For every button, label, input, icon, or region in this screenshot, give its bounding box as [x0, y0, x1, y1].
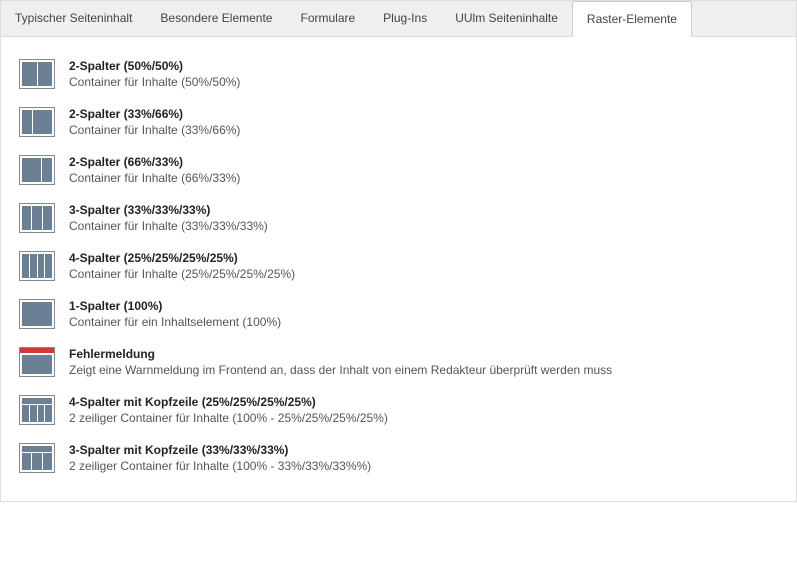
element-list: 2-Spalter (50%/50%) Container für Inhalt…: [1, 37, 796, 501]
element-title: 1-Spalter (100%): [69, 299, 281, 313]
element-3-spalter[interactable]: 3-Spalter (33%/33%/33%) Container für In…: [19, 195, 778, 243]
element-title: 3-Spalter (33%/33%/33%): [69, 203, 268, 217]
element-desc: Container für Inhalte (25%/25%/25%/25%): [69, 267, 295, 281]
element-desc: 2 zeiliger Container für Inhalte (100% -…: [69, 411, 388, 425]
element-desc: 2 zeiliger Container für Inhalte (100% -…: [69, 459, 371, 473]
element-title: 4-Spalter (25%/25%/25%/25%): [69, 251, 295, 265]
element-title: 4-Spalter mit Kopfzeile (25%/25%/25%/25%…: [69, 395, 388, 409]
layout-4col-icon: [19, 251, 55, 281]
element-title: 3-Spalter mit Kopfzeile (33%/33%/33%): [69, 443, 371, 457]
element-desc: Container für Inhalte (50%/50%): [69, 75, 240, 89]
tab-besondere-elemente[interactable]: Besondere Elemente: [146, 1, 286, 36]
raster-elemente-panel: Typischer Seiteninhalt Besondere Element…: [0, 0, 797, 502]
tab-uulm-seiteninhalte[interactable]: UUlm Seiteninhalte: [441, 1, 572, 36]
layout-header-3col-icon: [19, 443, 55, 473]
layout-2col-33-66-icon: [19, 107, 55, 137]
layout-2col-50-50-icon: [19, 59, 55, 89]
tab-raster-elemente[interactable]: Raster-Elemente: [572, 1, 692, 37]
element-title: 2-Spalter (50%/50%): [69, 59, 240, 73]
element-1-spalter[interactable]: 1-Spalter (100%) Container für ein Inhal…: [19, 291, 778, 339]
layout-1col-icon: [19, 299, 55, 329]
element-2-spalter-50-50[interactable]: 2-Spalter (50%/50%) Container für Inhalt…: [19, 51, 778, 99]
element-2-spalter-33-66[interactable]: 2-Spalter (33%/66%) Container für Inhalt…: [19, 99, 778, 147]
tab-formulare[interactable]: Formulare: [286, 1, 369, 36]
element-title: 2-Spalter (33%/66%): [69, 107, 240, 121]
element-2-spalter-66-33[interactable]: 2-Spalter (66%/33%) Container für Inhalt…: [19, 147, 778, 195]
layout-2col-66-33-icon: [19, 155, 55, 185]
tab-bar: Typischer Seiteninhalt Besondere Element…: [1, 1, 796, 37]
element-desc: Container für Inhalte (33%/66%): [69, 123, 240, 137]
layout-3col-icon: [19, 203, 55, 233]
element-4-spalter[interactable]: 4-Spalter (25%/25%/25%/25%) Container fü…: [19, 243, 778, 291]
element-desc: Container für Inhalte (33%/33%/33%): [69, 219, 268, 233]
element-4-spalter-kopfzeile[interactable]: 4-Spalter mit Kopfzeile (25%/25%/25%/25%…: [19, 387, 778, 435]
element-desc: Container für ein Inhaltselement (100%): [69, 315, 281, 329]
element-title: 2-Spalter (66%/33%): [69, 155, 240, 169]
element-3-spalter-kopfzeile[interactable]: 3-Spalter mit Kopfzeile (33%/33%/33%) 2 …: [19, 435, 778, 483]
element-fehlermeldung[interactable]: Fehlermeldung Zeigt eine Warnmeldung im …: [19, 339, 778, 387]
element-desc: Zeigt eine Warnmeldung im Frontend an, d…: [69, 363, 612, 377]
error-message-icon: [19, 347, 55, 377]
tab-plug-ins[interactable]: Plug-Ins: [369, 1, 441, 36]
element-title: Fehlermeldung: [69, 347, 612, 361]
layout-header-4col-icon: [19, 395, 55, 425]
tab-typischer-seiteninhalt[interactable]: Typischer Seiteninhalt: [1, 1, 146, 36]
element-desc: Container für Inhalte (66%/33%): [69, 171, 240, 185]
